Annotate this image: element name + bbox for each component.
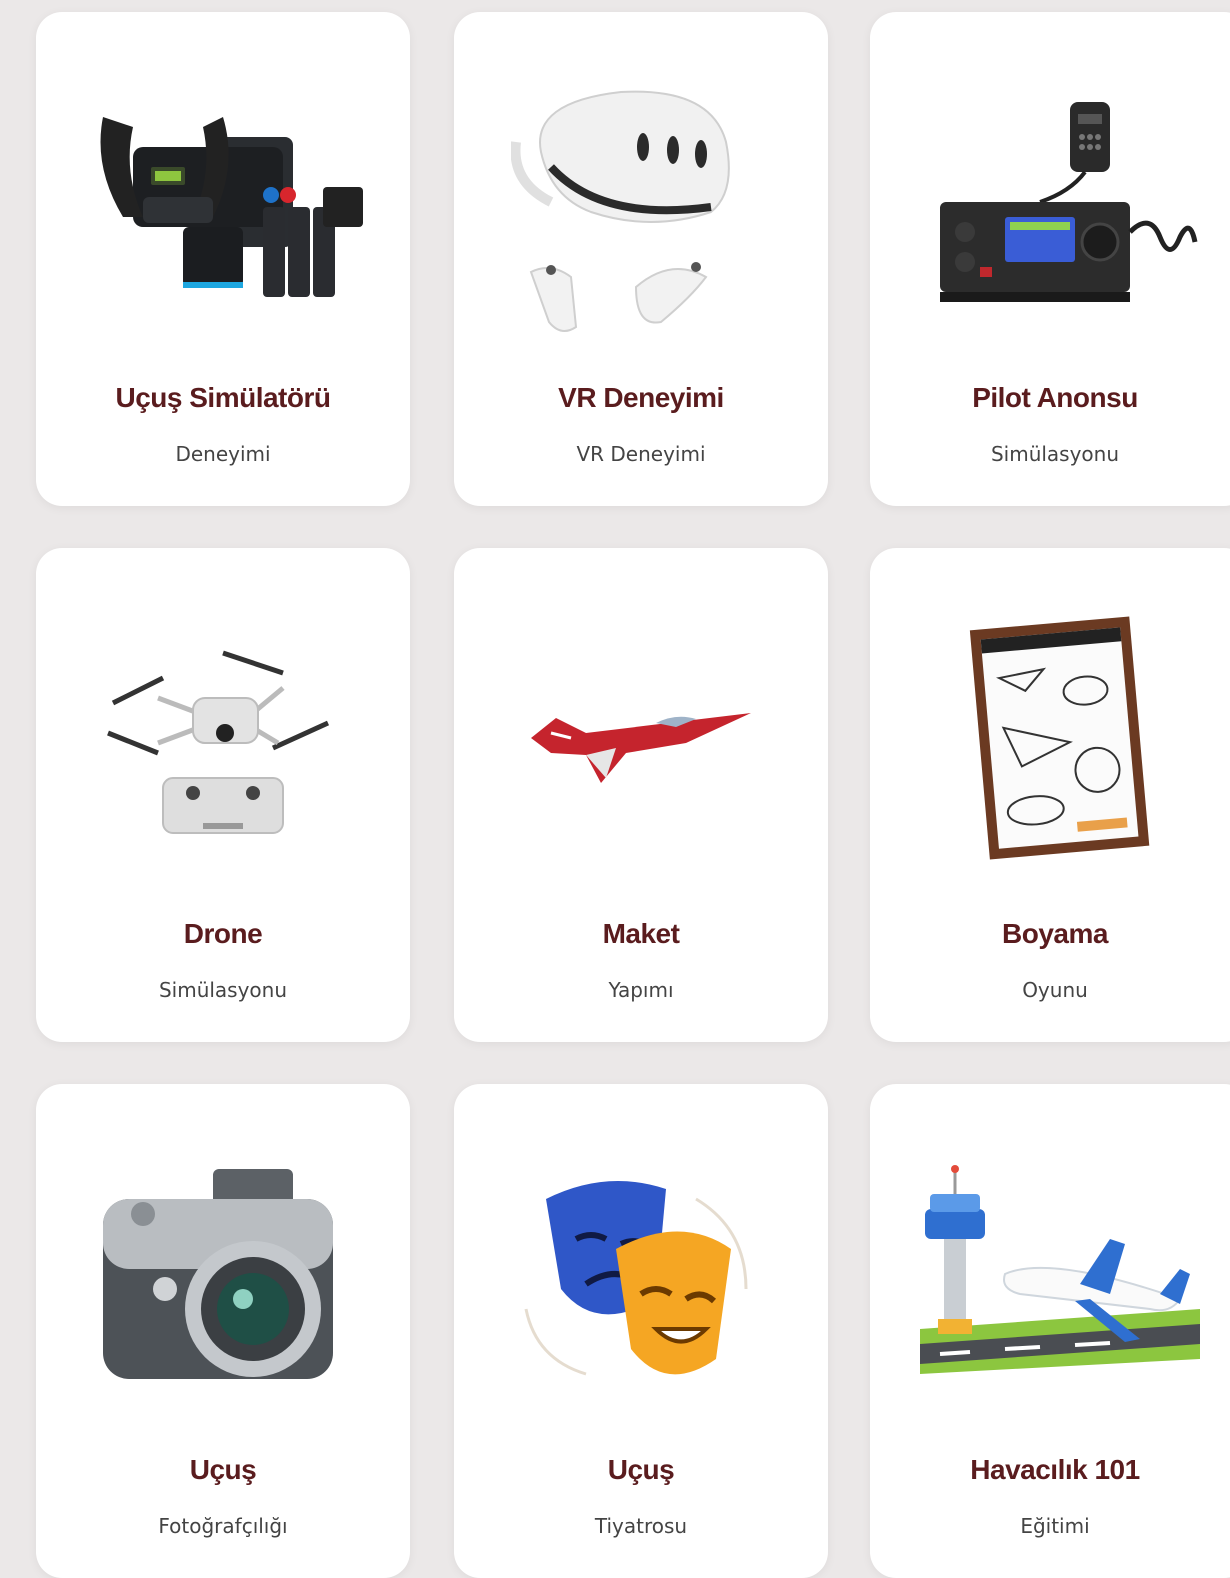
activity-grid: Uçuş Simülatörü Deneyimi VR Deneyimi VR … [0, 0, 1230, 1578]
jet-model-icon [454, 588, 828, 898]
drone-icon [36, 588, 410, 898]
card-subtitle: Deneyimi [175, 442, 271, 466]
vr-headset-icon [454, 52, 828, 362]
flight-simulator-yoke-icon [36, 52, 410, 362]
card-coloring-game[interactable]: Boyama Oyunu [870, 548, 1230, 1042]
card-subtitle: VR Deneyimi [576, 442, 706, 466]
airport-tower-airplane-icon [870, 1124, 1230, 1434]
card-subtitle: Simülasyonu [158, 978, 288, 1002]
card-subtitle: Eğitimi [1020, 1514, 1090, 1538]
card-vr-experience[interactable]: VR Deneyimi VR Deneyimi [454, 12, 828, 506]
radio-transceiver-icon [870, 52, 1230, 362]
card-subtitle: Tiyatrosu [594, 1514, 688, 1538]
card-title: Pilot Anonsu [972, 382, 1138, 413]
card-title: Uçuş [189, 1454, 257, 1485]
card-drone[interactable]: Drone Simülasyonu [36, 548, 410, 1042]
card-subtitle: Yapımı [608, 978, 674, 1002]
coloring-board-icon [870, 588, 1230, 898]
card-model-making[interactable]: Maket Yapımı [454, 548, 828, 1042]
card-flight-theater[interactable]: Uçuş Tiyatrosu [454, 1084, 828, 1578]
card-title: Uçuş [607, 1454, 675, 1485]
card-title: Maket [602, 918, 680, 949]
card-flight-simulator[interactable]: Uçuş Simülatörü Deneyimi [36, 12, 410, 506]
card-title: Uçuş Simülatörü [115, 382, 331, 413]
card-subtitle: Simülasyonu [990, 442, 1120, 466]
activities-page: { "cards": [ {"title": "Uçuş Simülatörü"… [0, 0, 1230, 1578]
card-title: Drone [183, 918, 263, 949]
theater-masks-icon [454, 1124, 828, 1434]
card-subtitle: Oyunu [1022, 978, 1088, 1002]
camera-icon [36, 1124, 410, 1434]
card-title: Boyama [1002, 918, 1108, 949]
card-title: Havacılık 101 [970, 1454, 1140, 1485]
card-title: VR Deneyimi [558, 382, 724, 413]
card-aviation-101[interactable]: Havacılık 101 Eğitimi [870, 1084, 1230, 1578]
card-pilot-announcement[interactable]: Pilot Anonsu Simülasyonu [870, 12, 1230, 506]
card-subtitle: Fotoğrafçılığı [158, 1514, 288, 1538]
card-flight-photography[interactable]: Uçuş Fotoğrafçılığı [36, 1084, 410, 1578]
